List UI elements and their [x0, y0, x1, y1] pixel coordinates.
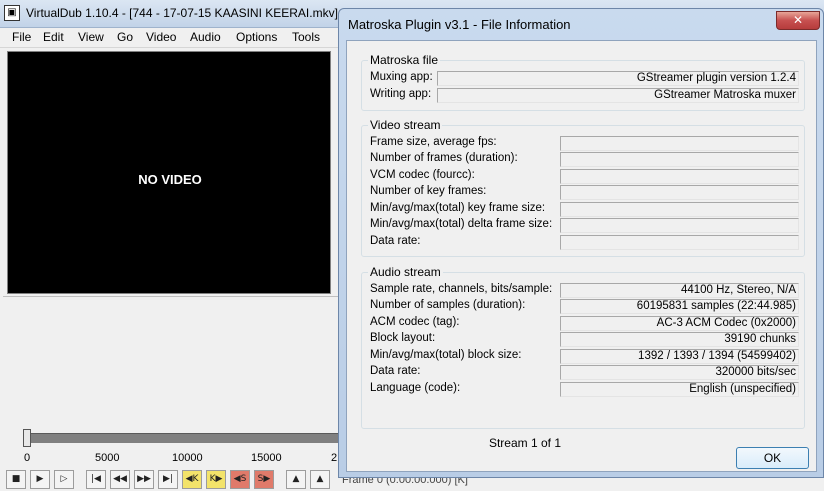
prev-keyframe-icon[interactable]: ◀K [182, 470, 202, 489]
delta-frame-size-field [560, 218, 799, 233]
row-label: Min/avg/max(total) delta frame size: [370, 218, 553, 230]
position-slider-thumb[interactable] [23, 429, 31, 447]
play-output-icon[interactable]: ▷ [54, 470, 74, 489]
menu-tools[interactable]: Tools [292, 30, 320, 44]
row-label: Writing app: [370, 88, 432, 100]
sample-rate-field: 44100 Hz, Stereo, N/A [560, 283, 799, 298]
row-label: Min/avg/max(total) block size: [370, 349, 522, 361]
row-label: VCM codec (fourcc): [370, 169, 475, 181]
menu-edit[interactable]: Edit [43, 30, 64, 44]
timeline-tick: 0 [24, 452, 31, 464]
group-label-audio: Audio stream [368, 265, 443, 279]
virtualdub-title: VirtualDub 1.10.4 - [744 - 17-07-15 KAAS… [26, 6, 338, 20]
timeline-tick: 10000 [172, 452, 203, 464]
row-label: Data rate: [370, 365, 421, 377]
step-back-icon[interactable]: ◀◀ [110, 470, 130, 489]
close-icon[interactable]: ✕ [776, 11, 820, 30]
timeline-tick: 2 [331, 452, 338, 464]
playback-toolbar: ■ ▶ ▷ |◀ ◀◀ ▶▶ ▶| ◀K K▶ ◀S S▶ ▲ ▲ [0, 468, 340, 491]
menu-audio[interactable]: Audio [190, 30, 221, 44]
position-slider-track[interactable] [26, 433, 338, 443]
row-label: Language (code): [370, 382, 461, 394]
row-label: Block layout: [370, 332, 436, 344]
row-label: Number of key frames: [370, 185, 487, 197]
writing-app-field: GStreamer Matroska muxer [437, 88, 799, 103]
menu-video[interactable]: Video [146, 30, 176, 44]
go-to-start-icon[interactable]: |◀ [86, 470, 106, 489]
row-label: Sample rate, channels, bits/sample: [370, 283, 553, 295]
go-to-end-icon[interactable]: ▶| [158, 470, 178, 489]
menu-go[interactable]: Go [117, 30, 133, 44]
group-label-video: Video stream [368, 118, 443, 132]
row-label: Min/avg/max(total) key frame size: [370, 202, 546, 214]
video-data-rate-field [560, 235, 799, 250]
play-input-icon[interactable]: ▶ [30, 470, 50, 489]
stream-counter: Stream 1 of 1 [488, 436, 562, 450]
key-frame-size-field [560, 202, 799, 217]
row-label: Number of frames (duration): [370, 152, 518, 164]
audio-data-rate-field: 320000 bits/sec [560, 365, 799, 380]
menu-view[interactable]: View [78, 30, 104, 44]
file-information-dialog: Matroska Plugin v3.1 - File Information … [338, 8, 824, 478]
sample-count-field: 60195831 samples (22:44.985) [560, 299, 799, 314]
virtualdub-app-icon[interactable]: ▣ [4, 5, 20, 21]
language-field: English (unspecified) [560, 382, 799, 397]
row-label: ACM codec (tag): [370, 316, 460, 328]
acm-codec-field: AC-3 ACM Codec (0x2000) [560, 316, 799, 331]
row-label: Frame size, average fps: [370, 136, 497, 148]
block-size-field: 1392 / 1393 / 1394 (54599402) [560, 349, 799, 364]
video-preview-pane: NO VIDEO [7, 51, 331, 294]
menu-options[interactable]: Options [236, 30, 277, 44]
timeline-tick: 5000 [95, 452, 120, 464]
row-label: Muxing app: [370, 71, 433, 83]
dialog-title: Matroska Plugin v3.1 - File Information [348, 17, 571, 32]
matroska-file-group: Matroska file Muxing app: GStreamer plug… [361, 53, 805, 111]
stop-icon[interactable]: ■ [6, 470, 26, 489]
video-stream-group: Video stream Frame size, average fps: Nu… [361, 118, 805, 257]
frame-size-field [560, 136, 799, 151]
audio-stream-group: Audio stream Sample rate, channels, bits… [361, 265, 805, 429]
step-forward-icon[interactable]: ▶▶ [134, 470, 154, 489]
group-label-matroska: Matroska file [368, 53, 441, 67]
next-scene-icon[interactable]: S▶ [254, 470, 274, 489]
timeline-tick: 15000 [251, 452, 282, 464]
row-label: Number of samples (duration): [370, 299, 526, 311]
frame-count-field [560, 152, 799, 167]
prev-scene-icon[interactable]: ◀S [230, 470, 250, 489]
ok-button[interactable]: OK [736, 447, 809, 469]
no-video-text: NO VIDEO [138, 172, 202, 187]
menu-file[interactable]: File [12, 30, 31, 44]
mark-in-icon[interactable]: ▲ [286, 470, 306, 489]
dialog-client-area: Matroska file Muxing app: GStreamer plug… [346, 40, 817, 472]
muxing-app-field: GStreamer plugin version 1.2.4 [437, 71, 799, 86]
key-frames-field [560, 185, 799, 200]
output-pane [3, 296, 339, 424]
mark-out-icon[interactable]: ▲ [310, 470, 330, 489]
vcm-codec-field [560, 169, 799, 184]
next-keyframe-icon[interactable]: K▶ [206, 470, 226, 489]
block-layout-field: 39190 chunks [560, 332, 799, 347]
row-label: Data rate: [370, 235, 421, 247]
